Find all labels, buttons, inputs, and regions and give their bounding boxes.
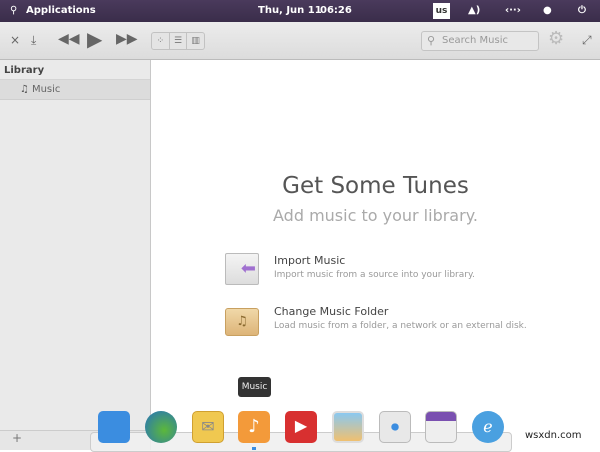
grid-view-icon[interactable]: ⁘ <box>152 33 170 49</box>
sidebar: Library ♫ Music <box>0 60 151 432</box>
page-subtitle: Add music to your library. <box>273 206 478 225</box>
mail-icon[interactable]: ✉ <box>192 411 224 443</box>
action-title: Import Music <box>274 254 346 267</box>
list-view-icon[interactable]: ☰ <box>170 33 188 49</box>
multitasking-view-icon[interactable] <box>98 411 130 443</box>
music-icon[interactable]: ♪ <box>238 411 270 443</box>
download-icon[interactable]: ⤓ <box>31 33 36 48</box>
keyboard-layout-indicator[interactable]: us <box>433 3 450 19</box>
date[interactable]: Thu, Jun 11 <box>258 5 322 16</box>
import-music-button[interactable]: ⬅ Import Music Import music from a sourc… <box>225 253 595 289</box>
close-icon[interactable]: × <box>10 33 20 47</box>
view-switcher: ⁘ ☰ ▥ <box>151 32 205 50</box>
library-header: Library <box>0 60 150 80</box>
videos-icon[interactable]: ▶ <box>285 411 317 443</box>
next-icon[interactable]: ▶▶ <box>116 31 138 47</box>
app-center-icon[interactable] <box>425 411 457 443</box>
previous-icon[interactable]: ◀◀ <box>58 31 80 47</box>
search-placeholder: Search Music <box>442 35 508 46</box>
change-music-folder-button[interactable]: ♫ Change Music Folder Load music from a … <box>225 304 595 340</box>
action-title: Change Music Folder <box>274 305 389 318</box>
column-view-icon[interactable]: ▥ <box>187 33 204 49</box>
applications-menu[interactable]: Applications <box>26 5 96 16</box>
music-folder-icon: ♫ <box>225 308 259 336</box>
dock-tooltip: Music <box>238 377 271 397</box>
photos-icon[interactable] <box>332 411 364 443</box>
power-icon[interactable]: ⏻ <box>578 5 586 16</box>
web-browser-icon[interactable] <box>145 411 177 443</box>
sidebar-item-music[interactable]: ♫ Music <box>0 80 150 100</box>
installer-icon[interactable]: ℯ <box>472 411 504 443</box>
search-input[interactable]: ⚲ Search Music <box>421 31 539 51</box>
music-note-icon: ♫ <box>20 84 29 95</box>
search-icon[interactable]: ⚲ <box>10 5 17 16</box>
search-icon: ⚲ <box>427 34 436 47</box>
action-description: Load music from a folder, a network or a… <box>274 321 527 331</box>
import-arrow-icon: ⬅ <box>225 253 259 285</box>
play-icon[interactable]: ▶ <box>87 27 102 51</box>
action-description: Import music from a source into your lib… <box>274 270 475 280</box>
time[interactable]: 06:26 <box>320 5 352 16</box>
volume-icon[interactable]: ▲) <box>468 5 480 16</box>
system-settings-icon[interactable]: ⏺ <box>379 411 411 443</box>
watermark: wsxdn.com <box>525 430 582 441</box>
add-icon[interactable]: + <box>12 431 22 445</box>
welcome-screen: Get Some Tunes Add music to your library… <box>151 60 600 432</box>
sidebar-item-label: Music <box>31 84 61 95</box>
notifications-icon[interactable]: ● <box>543 5 552 16</box>
network-icon[interactable]: ‹··› <box>505 5 521 16</box>
top-panel: ⚲ Applications Thu, Jun 11 06:26 us ▲) ‹… <box>0 0 600 22</box>
toolbar: × ⤓ ◀◀ ▶ ▶▶ ⁘ ☰ ▥ ⚲ Search Music ⚙ ⤢ <box>0 22 600 60</box>
page-title: Get Some Tunes <box>282 173 469 199</box>
gear-icon[interactable]: ⚙ <box>548 28 564 49</box>
maximize-icon[interactable]: ⤢ <box>582 33 592 48</box>
